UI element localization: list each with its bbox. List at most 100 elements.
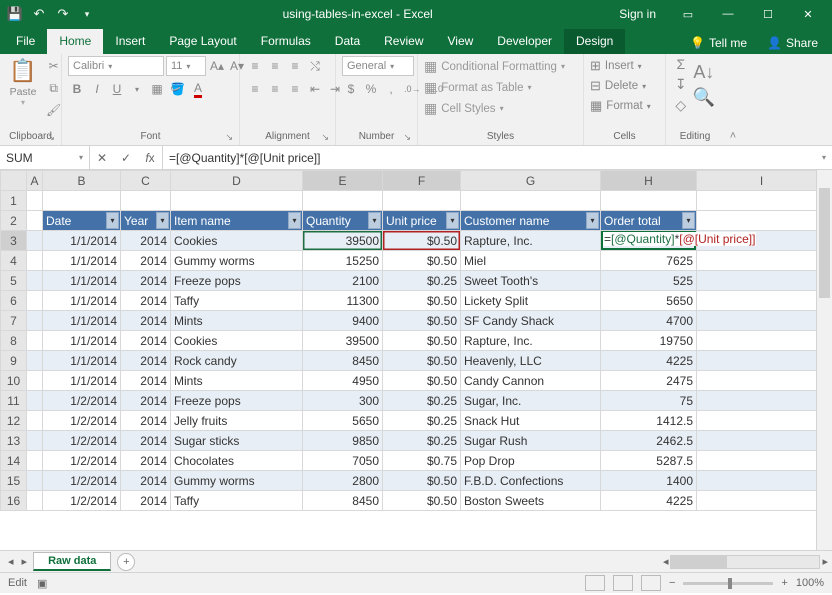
close-button[interactable]: ✕ <box>790 0 826 28</box>
cell[interactable]: $0.50 <box>383 331 461 351</box>
percent-format-icon[interactable]: % <box>362 79 380 99</box>
cell[interactable]: Lickety Split <box>461 291 601 311</box>
cell[interactable]: 1/2/2014 <box>43 491 121 511</box>
col-header[interactable]: F <box>383 171 461 191</box>
cell[interactable]: 1/1/2014 <box>43 271 121 291</box>
active-cell[interactable]: =[@Quantity]*[@[Unit price]] <box>601 231 697 251</box>
cell[interactable]: Boston Sweets <box>461 491 601 511</box>
row-header[interactable]: 2 <box>1 211 27 231</box>
filter-dropdown-icon[interactable]: ▾ <box>368 212 381 229</box>
cell[interactable]: 2014 <box>121 271 171 291</box>
cell[interactable]: 2014 <box>121 391 171 411</box>
cell[interactable]: 4950 <box>303 371 383 391</box>
cell[interactable]: Miel <box>461 251 601 271</box>
row-header[interactable]: 13 <box>1 431 27 451</box>
borders-icon[interactable]: ▦ <box>148 79 166 99</box>
cell[interactable]: 19750 <box>601 331 697 351</box>
cell[interactable]: Gummy worms <box>171 471 303 491</box>
worksheet-grid[interactable]: A B C D E F G H I 1 2 Date▾ Year▾ Item n… <box>0 170 832 550</box>
zoom-thumb[interactable] <box>728 578 732 589</box>
new-sheet-button[interactable]: + <box>117 553 135 571</box>
col-header[interactable]: E <box>303 171 383 191</box>
zoom-slider[interactable] <box>683 582 773 585</box>
cell[interactable]: $0.50 <box>383 371 461 391</box>
cell[interactable]: $0.25 <box>383 271 461 291</box>
hscroll-right-icon[interactable]: ▸ <box>822 555 828 568</box>
row-header[interactable]: 15 <box>1 471 27 491</box>
clear-icon[interactable]: ◇ <box>675 97 686 114</box>
col-header[interactable]: H <box>601 171 697 191</box>
cell[interactable]: 39500 <box>303 231 383 251</box>
dialog-launcher-icon[interactable]: ↘ <box>403 132 411 143</box>
align-left-icon[interactable]: ≡ <box>246 79 264 99</box>
doublestroke-icon[interactable]: ▾ <box>128 79 146 99</box>
cell[interactable]: Mints <box>171 371 303 391</box>
share-button[interactable]: 👤Share <box>757 32 828 54</box>
cell[interactable]: 9850 <box>303 431 383 451</box>
tab-design[interactable]: Design <box>564 29 625 54</box>
minimize-button[interactable]: — <box>710 0 746 28</box>
tab-file[interactable]: File <box>4 29 47 54</box>
zoom-level[interactable]: 100% <box>796 577 824 589</box>
align-top-icon[interactable]: ≡ <box>246 56 264 76</box>
table-header-total[interactable]: Order total▾ <box>601 211 697 231</box>
cell[interactable]: 11300 <box>303 291 383 311</box>
cell[interactable]: 1400 <box>601 471 697 491</box>
filter-dropdown-icon[interactable]: ▾ <box>288 212 301 229</box>
table-header-price[interactable]: Unit price▾ <box>383 211 461 231</box>
dialog-launcher-icon[interactable]: ↘ <box>225 132 233 143</box>
row-header[interactable]: 14 <box>1 451 27 471</box>
cell[interactable]: 1/1/2014 <box>43 331 121 351</box>
cell[interactable]: 15250 <box>303 251 383 271</box>
tab-view[interactable]: View <box>436 29 486 54</box>
align-bottom-icon[interactable]: ≡ <box>286 56 304 76</box>
table-header-customer[interactable]: Customer name▾ <box>461 211 601 231</box>
font-name-combo[interactable]: Calibri▾ <box>68 56 164 76</box>
conditional-formatting-button[interactable]: ▦Conditional Formatting▾ <box>424 58 565 75</box>
cell[interactable]: Sugar sticks <box>171 431 303 451</box>
filter-dropdown-icon[interactable]: ▾ <box>106 212 119 229</box>
zoom-out-button[interactable]: − <box>669 577 675 589</box>
align-right-icon[interactable]: ≡ <box>286 79 304 99</box>
col-header[interactable]: C <box>121 171 171 191</box>
cell[interactable]: $0.50 <box>383 471 461 491</box>
paste-button[interactable]: 📋Paste▾ <box>6 56 40 109</box>
cell[interactable]: 2800 <box>303 471 383 491</box>
cell[interactable]: SF Candy Shack <box>461 311 601 331</box>
formula-input[interactable]: =[@Quantity]*[@[Unit price]]▾ <box>163 146 832 169</box>
col-header[interactable]: D <box>171 171 303 191</box>
cell[interactable]: 9400 <box>303 311 383 331</box>
cell[interactable]: Freeze pops <box>171 271 303 291</box>
cell[interactable]: 39500 <box>303 331 383 351</box>
cell[interactable]: 1/2/2014 <box>43 391 121 411</box>
delete-cells-button[interactable]: ⊟Delete▾ <box>590 78 651 94</box>
sheet-tab-raw-data[interactable]: Raw data <box>33 552 111 571</box>
align-center-icon[interactable]: ≡ <box>266 79 284 99</box>
col-header[interactable]: I <box>697 171 827 191</box>
cell[interactable]: Sweet Tooth's <box>461 271 601 291</box>
select-all-button[interactable] <box>1 171 27 191</box>
autosum-icon[interactable]: Σ <box>676 56 685 72</box>
cell[interactable]: $0.50 <box>383 251 461 271</box>
tab-data[interactable]: Data <box>323 29 372 54</box>
col-header[interactable]: G <box>461 171 601 191</box>
maximize-button[interactable]: ☐ <box>750 0 786 28</box>
comma-format-icon[interactable]: , <box>382 79 400 99</box>
tab-page-layout[interactable]: Page Layout <box>157 29 248 54</box>
format-cells-button[interactable]: ▦Format▾ <box>590 98 651 114</box>
cell[interactable]: 1/1/2014 <box>43 291 121 311</box>
ribbon-display-icon[interactable]: ▭ <box>670 0 706 28</box>
table-header-item[interactable]: Item name▾ <box>171 211 303 231</box>
cell[interactable]: Chocolates <box>171 451 303 471</box>
col-header[interactable]: B <box>43 171 121 191</box>
orientation-icon[interactable]: ⤭ <box>306 56 324 76</box>
cell[interactable]: $0.25 <box>383 391 461 411</box>
font-size-combo[interactable]: 11▾ <box>166 56 206 76</box>
cell[interactable]: 2475 <box>601 371 697 391</box>
tab-formulas[interactable]: Formulas <box>249 29 323 54</box>
view-pagelayout-icon[interactable] <box>613 575 633 591</box>
cell[interactable]: 2462.5 <box>601 431 697 451</box>
cell[interactable]: 7050 <box>303 451 383 471</box>
align-middle-icon[interactable]: ≡ <box>266 56 284 76</box>
cut-icon[interactable]: ✂ <box>44 56 63 76</box>
